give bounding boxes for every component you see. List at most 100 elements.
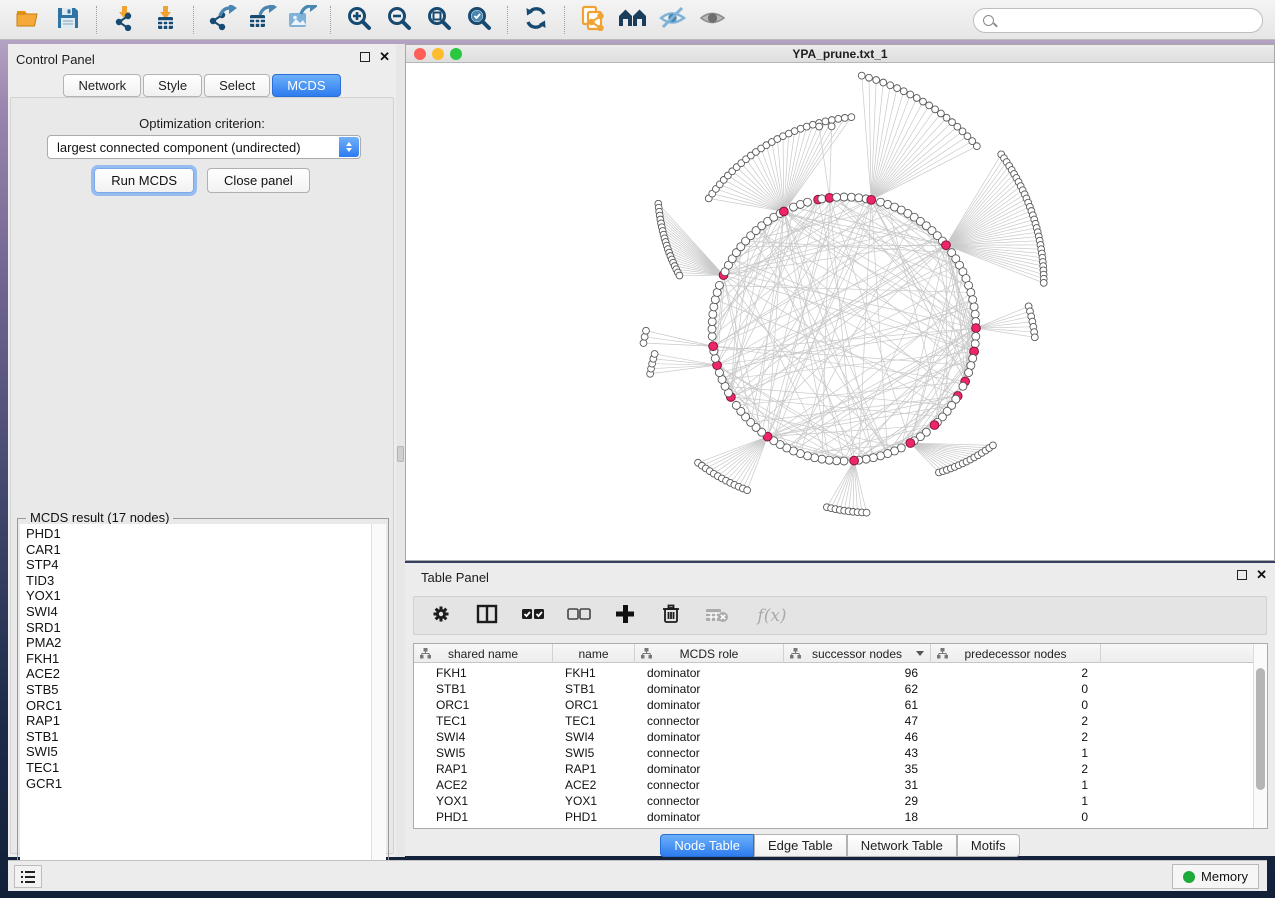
table-row[interactable]: YOX1YOX1connector291 xyxy=(414,793,1254,809)
network-node[interactable] xyxy=(969,296,977,304)
table-scrollbar-thumb[interactable] xyxy=(1256,668,1265,790)
network-node[interactable] xyxy=(869,454,877,462)
table-row[interactable]: PHD1PHD1dominator180 xyxy=(414,809,1254,825)
mcds-result-item[interactable]: CAR1 xyxy=(26,542,371,558)
column-header-shared-name[interactable]: shared name xyxy=(414,644,553,663)
network-leaf-node[interactable] xyxy=(1040,279,1047,286)
export-network-button[interactable] xyxy=(204,4,240,36)
network-hub-node[interactable] xyxy=(906,439,915,448)
network-node[interactable] xyxy=(711,354,719,362)
function-builder-button[interactable]: f(x) xyxy=(750,603,794,629)
network-leaf-node[interactable] xyxy=(880,79,887,86)
network-node[interactable] xyxy=(877,452,885,460)
network-titlebar[interactable]: YPA_prune.txt_1 xyxy=(406,45,1274,63)
network-node[interactable] xyxy=(708,332,716,340)
network-node[interactable] xyxy=(862,455,870,463)
network-hub-node[interactable] xyxy=(930,421,939,430)
network-leaf-node[interactable] xyxy=(848,114,855,121)
network-node[interactable] xyxy=(959,382,967,390)
network-node[interactable] xyxy=(847,193,855,201)
float-table-panel-icon[interactable] xyxy=(1237,570,1247,580)
network-leaf-node[interactable] xyxy=(863,509,870,516)
network-leaf-node[interactable] xyxy=(858,72,865,79)
network-leaf-node[interactable] xyxy=(835,115,842,122)
refresh-layout-button[interactable] xyxy=(518,4,554,36)
tab-network[interactable]: Network xyxy=(63,74,141,97)
tab-motifs[interactable]: Motifs xyxy=(957,834,1020,857)
network-leaf-node[interactable] xyxy=(809,121,816,128)
zoom-fit-button[interactable] xyxy=(421,4,457,36)
search-field[interactable] xyxy=(973,8,1263,33)
gear-button[interactable] xyxy=(428,603,454,629)
network-hub-node[interactable] xyxy=(850,456,859,465)
network-node[interactable] xyxy=(811,454,819,462)
network-leaf-node[interactable] xyxy=(822,118,829,125)
network-leaf-node[interactable] xyxy=(643,327,650,334)
export-table-button[interactable] xyxy=(244,4,280,36)
close-panel-icon[interactable]: ✕ xyxy=(379,52,390,62)
network-leaf-node[interactable] xyxy=(676,272,683,279)
mcds-result-item[interactable]: STB1 xyxy=(26,729,371,745)
network-node[interactable] xyxy=(969,354,977,362)
network-node[interactable] xyxy=(840,193,848,201)
network-leaf-node[interactable] xyxy=(973,143,980,150)
network-leaf-node[interactable] xyxy=(841,114,848,121)
table-row[interactable]: ACE2ACE2connector311 xyxy=(414,777,1254,793)
network-leaf-node[interactable] xyxy=(900,88,907,95)
mcds-result-item[interactable]: PMA2 xyxy=(26,635,371,651)
network-leaf-node[interactable] xyxy=(866,74,873,81)
delete-column-button[interactable] xyxy=(658,603,684,629)
mcds-result-item[interactable]: TEC1 xyxy=(26,760,371,776)
network-node[interactable] xyxy=(971,310,979,318)
delete-table-button[interactable] xyxy=(704,603,730,629)
table-row[interactable]: FKH1FKH1dominator962 xyxy=(414,665,1254,681)
network-hub-node[interactable] xyxy=(779,207,788,216)
column-header-successor-nodes[interactable]: successor nodes xyxy=(784,644,931,663)
zoom-out-button[interactable] xyxy=(381,4,417,36)
table-row[interactable]: SWI4SWI4dominator462 xyxy=(414,729,1254,745)
table-scrollbar[interactable] xyxy=(1253,644,1267,828)
network-canvas[interactable] xyxy=(406,63,1274,560)
task-history-button[interactable] xyxy=(14,865,42,888)
network-node[interactable] xyxy=(971,340,979,348)
tab-style[interactable]: Style xyxy=(143,74,202,97)
network-node[interactable] xyxy=(855,194,863,202)
result-scrollbar[interactable] xyxy=(371,524,386,882)
search-input[interactable] xyxy=(994,14,1262,28)
network-node[interactable] xyxy=(709,310,717,318)
network-node[interactable] xyxy=(970,303,978,311)
mcds-result-item[interactable]: GCR1 xyxy=(26,776,371,792)
run-mcds-button[interactable]: Run MCDS xyxy=(94,168,194,193)
mcds-result-item[interactable]: ACE2 xyxy=(26,666,371,682)
memory-button[interactable]: Memory xyxy=(1172,864,1259,889)
network-leaf-node[interactable] xyxy=(828,123,835,130)
network-leaf-node[interactable] xyxy=(828,117,835,124)
network-hub-node[interactable] xyxy=(867,195,876,204)
tab-network-table[interactable]: Network Table xyxy=(847,834,957,857)
tab-select[interactable]: Select xyxy=(204,74,270,97)
table-row[interactable]: ORC1ORC1dominator610 xyxy=(414,697,1254,713)
float-panel-icon[interactable] xyxy=(360,52,370,62)
network-node[interactable] xyxy=(732,401,740,409)
mcds-result-item[interactable]: SRD1 xyxy=(26,620,371,636)
deselect-all-button[interactable] xyxy=(566,603,592,629)
node-table[interactable]: shared namenameMCDS rolesuccessor nodesp… xyxy=(413,643,1268,829)
network-leaf-node[interactable] xyxy=(816,123,823,130)
network-node[interactable] xyxy=(711,296,719,304)
column-header-MCDS-role[interactable]: MCDS role xyxy=(635,644,784,663)
hide-selected-button[interactable] xyxy=(655,4,691,36)
add-column-button[interactable] xyxy=(612,603,638,629)
network-node[interactable] xyxy=(715,281,723,289)
show-all-button[interactable] xyxy=(695,4,731,36)
network-leaf-node[interactable] xyxy=(894,85,901,92)
splitter-handle-icon[interactable] xyxy=(397,446,404,462)
panel-splitter[interactable] xyxy=(396,44,405,857)
select-all-button[interactable] xyxy=(520,603,546,629)
network-leaf-node[interactable] xyxy=(990,442,997,449)
mcds-result-item[interactable]: FKH1 xyxy=(26,651,371,667)
mcds-result-item[interactable]: ORC1 xyxy=(26,698,371,714)
mcds-result-item[interactable]: RAP1 xyxy=(26,713,371,729)
import-table-button[interactable] xyxy=(147,4,183,36)
close-panel-button[interactable]: Close panel xyxy=(207,168,310,193)
first-neighbors-button[interactable] xyxy=(615,4,651,36)
